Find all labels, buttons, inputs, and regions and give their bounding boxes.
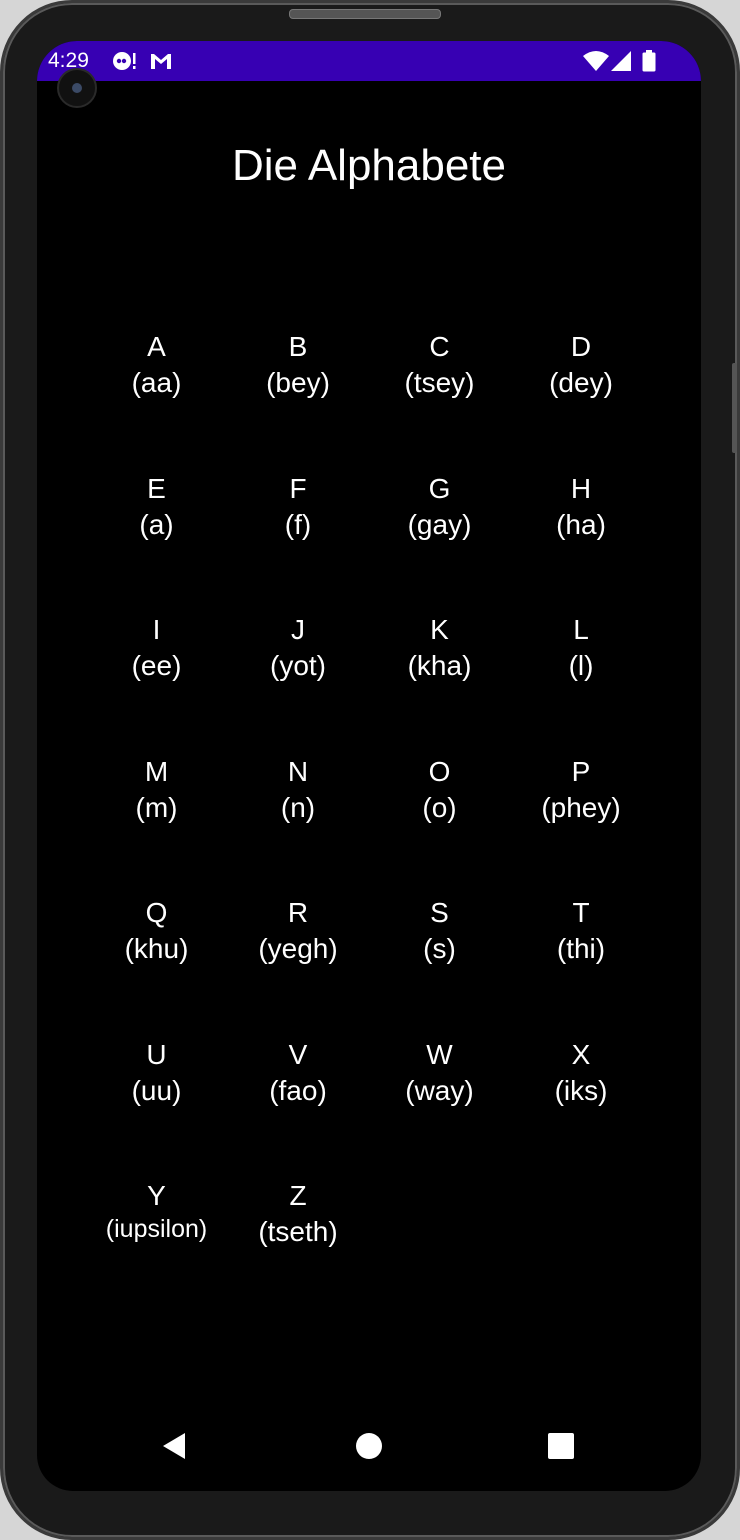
letter-pronunciation: (iupsilon)	[105, 1215, 208, 1243]
letter-cell-j[interactable]: J (yot)	[228, 612, 369, 753]
letter-glyph: N	[287, 755, 309, 787]
wifi-icon	[583, 51, 609, 71]
letter-glyph: L	[573, 614, 589, 645]
letter-cell-p[interactable]: P (phey)	[511, 754, 652, 895]
letter-glyph: P	[571, 755, 591, 787]
letter-pronunciation: (ee)	[131, 650, 182, 681]
chat-bubble-notification-icon	[113, 52, 136, 70]
letter-glyph: O	[428, 755, 451, 787]
letter-pronunciation: (l)	[568, 650, 594, 681]
home-icon[interactable]	[346, 1423, 392, 1469]
battery-icon	[642, 50, 656, 72]
letter-glyph: S	[430, 897, 449, 928]
letter-glyph: R	[287, 897, 309, 928]
letter-cell-q[interactable]: Q (khu)	[86, 895, 227, 1036]
letter-glyph: G	[428, 472, 451, 504]
letter-pronunciation: (dey)	[549, 367, 613, 398]
letter-pronunciation: (tseth)	[258, 1216, 338, 1247]
letter-pronunciation: (f)	[284, 508, 312, 540]
letter-cell-y[interactable]: Y (iupsilon)	[86, 1178, 227, 1319]
phone-frame: 4:29 Die Alphabete A (aa) B (bey) C (tse…	[0, 0, 740, 1540]
gmail-icon	[151, 54, 171, 69]
letter-pronunciation: (ha)	[556, 508, 606, 540]
letter-glyph: Q	[145, 897, 168, 928]
letter-cell-u[interactable]: U (uu)	[86, 1037, 227, 1178]
letter-pronunciation: (fao)	[269, 1074, 327, 1106]
letter-glyph: H	[570, 472, 592, 504]
letter-pronunciation: (yegh)	[258, 933, 338, 964]
letter-cell-e[interactable]: E (a)	[86, 471, 227, 612]
letter-glyph: K	[430, 614, 449, 645]
status-bar: 4:29	[37, 41, 701, 81]
letter-cell-c[interactable]: C (tsey)	[369, 329, 510, 470]
letter-cell-f[interactable]: F (f)	[228, 471, 369, 612]
letter-cell-i[interactable]: I (ee)	[86, 612, 227, 753]
letter-cell-b[interactable]: B (bey)	[228, 329, 369, 470]
recents-icon[interactable]	[538, 1423, 584, 1469]
letter-glyph: M	[144, 755, 169, 787]
letter-glyph: A	[147, 331, 166, 362]
letter-pronunciation: (gay)	[407, 508, 472, 540]
letter-glyph: W	[426, 1038, 453, 1070]
earpiece-speaker	[289, 9, 441, 19]
letter-cell-g[interactable]: G (gay)	[369, 471, 510, 612]
letter-glyph: C	[429, 331, 450, 362]
letter-cell-m[interactable]: M (m)	[86, 754, 227, 895]
letter-pronunciation: (bey)	[266, 367, 330, 398]
letter-pronunciation: (iks)	[554, 1074, 608, 1106]
letter-pronunciation: (kha)	[407, 650, 472, 681]
letter-pronunciation: (yot)	[270, 650, 326, 681]
letter-pronunciation: (thi)	[556, 933, 606, 964]
screen: 4:29 Die Alphabete A (aa) B (bey) C (tse…	[37, 41, 701, 1491]
letter-glyph: Y	[147, 1180, 166, 1211]
letter-cell-r[interactable]: R (yegh)	[228, 895, 369, 1036]
letter-pronunciation: (aa)	[131, 367, 182, 398]
navigation-bar	[37, 1401, 701, 1491]
letter-pronunciation: (way)	[405, 1074, 474, 1106]
letter-cell-d[interactable]: D (dey)	[511, 329, 652, 470]
letter-pronunciation: (a)	[139, 508, 174, 540]
letter-cell-a[interactable]: A (aa)	[86, 329, 227, 470]
letter-pronunciation: (o)	[422, 791, 457, 823]
letter-glyph: B	[288, 331, 308, 362]
letter-cell-h[interactable]: H (ha)	[511, 471, 652, 612]
letter-cell-n[interactable]: N (n)	[228, 754, 369, 895]
page-title: Die Alphabete	[232, 141, 506, 190]
letter-cell-o[interactable]: O (o)	[369, 754, 510, 895]
letter-cell-x[interactable]: X (iks)	[511, 1037, 652, 1178]
letter-cell-l[interactable]: L (l)	[511, 612, 652, 753]
letter-pronunciation: (khu)	[124, 933, 189, 964]
letter-glyph: Z	[289, 1180, 307, 1211]
back-icon[interactable]	[151, 1423, 197, 1469]
letter-pronunciation: (uu)	[131, 1074, 182, 1106]
letter-glyph: I	[152, 614, 161, 645]
letter-cell-z[interactable]: Z (tseth)	[228, 1178, 369, 1319]
letter-pronunciation: (phey)	[541, 791, 621, 823]
front-camera	[57, 68, 97, 108]
letter-glyph: U	[146, 1038, 167, 1070]
letter-cell-w[interactable]: W (way)	[369, 1037, 510, 1178]
letter-cell-k[interactable]: K (kha)	[369, 612, 510, 753]
letter-glyph: E	[147, 472, 166, 504]
letter-glyph: F	[289, 472, 307, 504]
letter-glyph: X	[571, 1038, 591, 1070]
cell-signal-icon	[611, 51, 631, 71]
letter-pronunciation: (m)	[135, 791, 178, 823]
letter-pronunciation: (tsey)	[404, 367, 475, 398]
power-button	[732, 363, 737, 453]
letter-cell-t[interactable]: T (thi)	[511, 895, 652, 1036]
letter-pronunciation: (s)	[423, 933, 456, 964]
letter-glyph: D	[570, 331, 592, 362]
letter-cell-v[interactable]: V (fao)	[228, 1037, 369, 1178]
letter-pronunciation: (n)	[280, 791, 316, 823]
letter-glyph: V	[288, 1038, 308, 1070]
letter-glyph: T	[572, 897, 590, 928]
letter-glyph: J	[291, 614, 305, 645]
letter-cell-s[interactable]: S (s)	[369, 895, 510, 1036]
